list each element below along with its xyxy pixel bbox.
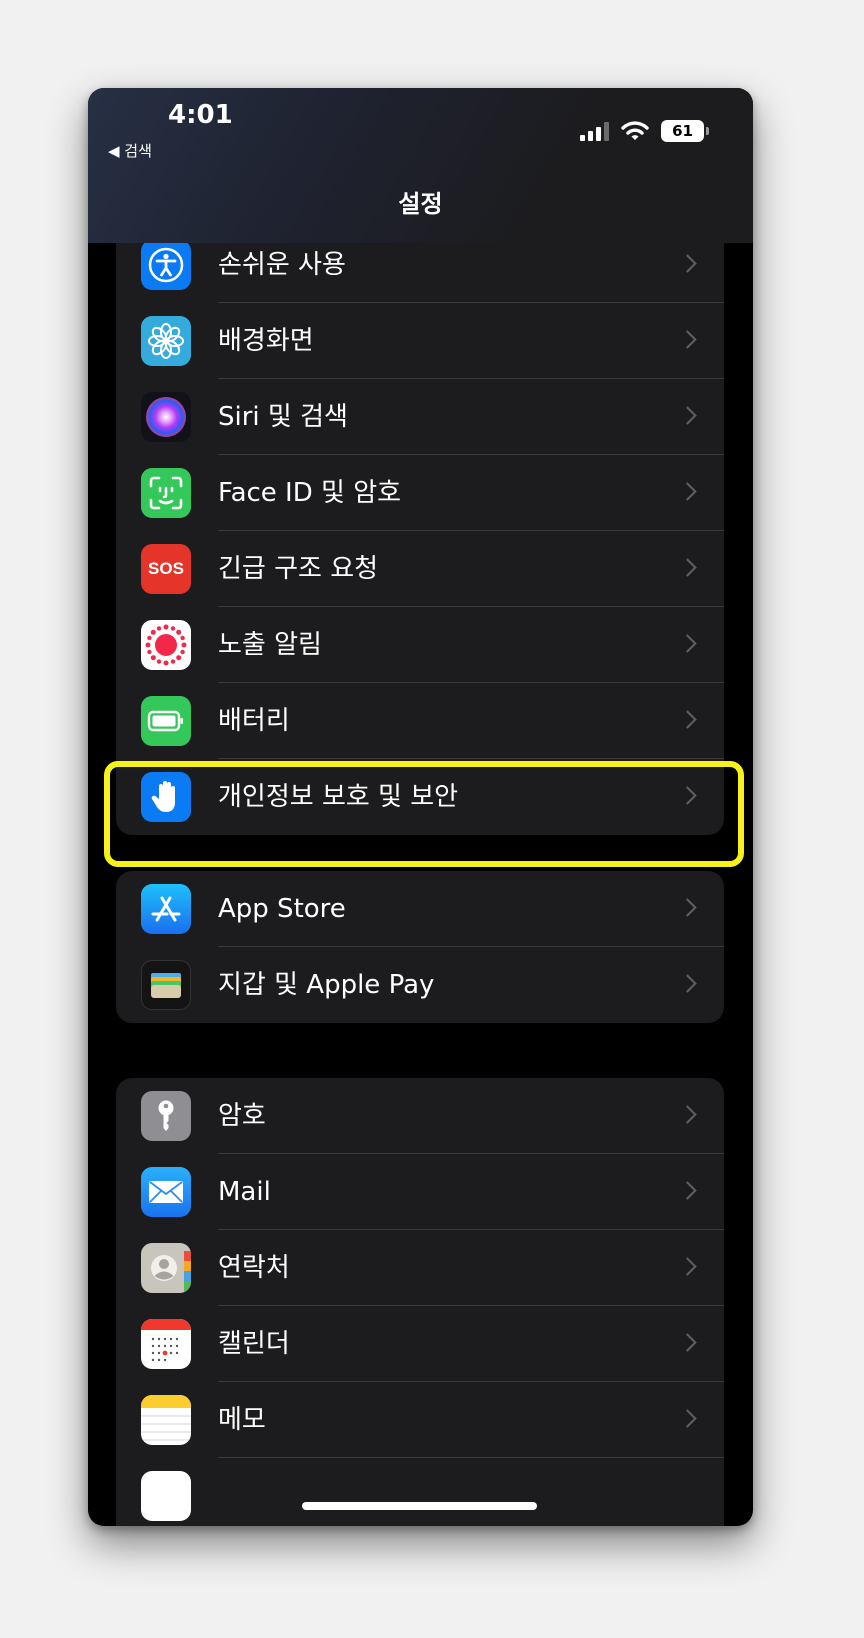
battery-indicator: 61	[661, 120, 709, 142]
settings-row-contacts[interactable]: 연락처	[116, 1230, 724, 1306]
exposure-notification-icon	[141, 620, 191, 670]
highlight-box	[104, 761, 744, 867]
mail-icon	[141, 1167, 191, 1217]
settings-row-label: 캘린더	[218, 1329, 290, 1359]
chevron-right-icon	[678, 482, 697, 501]
settings-row-face-id[interactable]: Face ID 및 암호	[116, 455, 724, 531]
settings-row-siri[interactable]: Siri 및 검색	[116, 379, 724, 455]
chevron-right-icon	[678, 1257, 697, 1276]
siri-icon	[141, 392, 191, 442]
settings-row-passwords[interactable]: 암호	[116, 1078, 724, 1154]
chevron-right-icon	[678, 710, 697, 729]
settings-row-label: 암호	[218, 1101, 266, 1131]
settings-row-notes[interactable]: 메모	[116, 1382, 724, 1458]
settings-row-wallpaper[interactable]: 배경화면	[116, 303, 724, 379]
settings-row-label: 연락처	[218, 1253, 290, 1283]
chevron-right-icon	[678, 406, 697, 425]
face-id-icon	[141, 468, 191, 518]
calendar-icon	[141, 1319, 191, 1369]
settings-row-label: 메모	[218, 1405, 266, 1435]
accessibility-icon	[141, 240, 191, 290]
notes-icon	[141, 1395, 191, 1445]
settings-row-battery[interactable]: 배터리	[116, 683, 724, 759]
settings-row-label: 노출 알림	[218, 630, 322, 660]
settings-group-apps: 암호 Mail 연락처 캘린더 메모	[116, 1078, 724, 1526]
key-icon	[141, 1091, 191, 1141]
chevron-right-icon	[678, 330, 697, 349]
wifi-icon	[621, 121, 649, 140]
sos-icon: SOS	[141, 544, 191, 594]
settings-row-mail[interactable]: Mail	[116, 1154, 724, 1230]
chevron-right-icon	[678, 974, 697, 993]
settings-row-calendar[interactable]: 캘린더	[116, 1306, 724, 1382]
navigation-bar: 4:01 ◀ 검색 61 설정	[88, 88, 753, 243]
settings-row-label: 배경화면	[218, 326, 314, 356]
settings-row-label: Mail	[218, 1177, 271, 1207]
chevron-right-icon	[678, 254, 697, 273]
back-to-search-button[interactable]: ◀ 검색	[108, 140, 152, 161]
sos-icon-text: SOS	[148, 559, 184, 578]
chevron-right-icon	[678, 1105, 697, 1124]
app-store-icon	[141, 884, 191, 934]
contacts-icon	[141, 1243, 191, 1293]
settings-row-label: Siri 및 검색	[218, 402, 348, 432]
chevron-right-icon	[678, 634, 697, 653]
settings-row-label: 배터리	[218, 706, 290, 736]
chevron-right-icon	[678, 1409, 697, 1428]
chevron-right-icon	[678, 1333, 697, 1352]
wallet-icon	[141, 960, 191, 1010]
settings-row-label: App Store	[218, 894, 346, 924]
battery-level: 61	[661, 120, 704, 142]
settings-row-wallet[interactable]: 지갑 및 Apple Pay	[116, 947, 724, 1023]
settings-row-exposure-notifications[interactable]: 노출 알림	[116, 607, 724, 683]
reminders-icon	[141, 1471, 191, 1521]
page-title: 설정	[398, 190, 443, 218]
settings-row-emergency-sos[interactable]: SOS 긴급 구조 요청	[116, 531, 724, 607]
status-time: 4:01	[168, 100, 233, 130]
cellular-signal-icon	[580, 121, 609, 141]
chevron-right-icon	[678, 1181, 697, 1200]
home-indicator[interactable]	[302, 1502, 537, 1510]
settings-row-reminders[interactable]	[116, 1458, 724, 1526]
settings-row-label: Face ID 및 암호	[218, 478, 402, 508]
phone-screen: 4:01 ◀ 검색 61 설정 손쉬운 사용 배경화면 Siri 및 검색 Fa…	[88, 88, 753, 1526]
settings-row-app-store[interactable]: App Store	[116, 871, 724, 947]
status-icons: 61	[580, 118, 709, 144]
settings-group-system: 손쉬운 사용 배경화면 Siri 및 검색 Face ID 및 암호 SOS 긴…	[116, 223, 724, 835]
battery-icon	[141, 696, 191, 746]
wallpaper-flower-icon	[141, 316, 191, 366]
chevron-right-icon	[678, 898, 697, 917]
settings-row-label: 긴급 구조 요청	[218, 554, 379, 584]
settings-group-store: App Store 지갑 및 Apple Pay	[116, 871, 724, 1023]
settings-row-label: 지갑 및 Apple Pay	[218, 970, 435, 1000]
chevron-right-icon	[678, 558, 697, 577]
